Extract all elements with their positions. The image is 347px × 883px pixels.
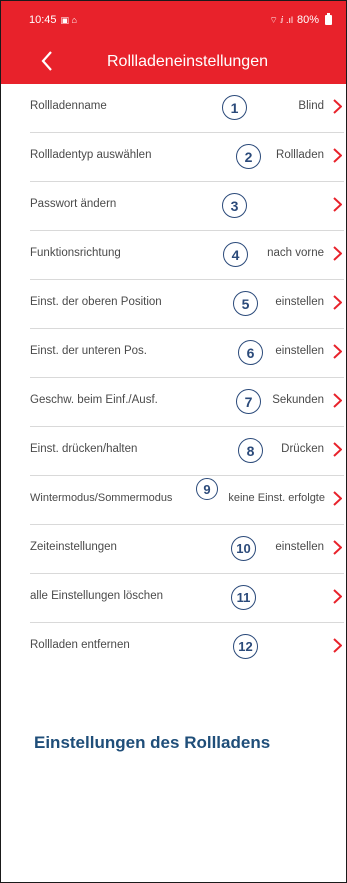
setting-label: Einst. drücken/halten <box>30 443 138 455</box>
setting-row-wintermodus[interactable]: Wintermodus/Sommermodus 9 keine Einst. e… <box>30 476 344 525</box>
chevron-right-icon <box>333 99 342 114</box>
chevron-right-icon <box>333 148 342 163</box>
title-bar: Rollladeneinstellungen <box>1 39 346 84</box>
settings-list: Rollladenname 1 Blind Rollladentyp auswä… <box>1 84 346 671</box>
setting-row-rollladentyp[interactable]: Rollladentyp auswählen 2 Rollladen <box>30 133 344 182</box>
setting-value: Sekunden <box>272 394 324 406</box>
setting-row-rollladenname[interactable]: Rollladenname 1 Blind <box>30 84 344 133</box>
callout-badge: 4 <box>223 242 248 267</box>
setting-row-untere-position[interactable]: Einst. der unteren Pos. 6 einstellen <box>30 329 344 378</box>
setting-value: Drücken <box>281 443 324 455</box>
setting-label: Einst. der oberen Position <box>30 296 162 308</box>
setting-label: Passwort ändern <box>30 198 117 210</box>
setting-label: Geschw. beim Einf./Ausf. <box>30 394 158 406</box>
screenshot-frame: 10:45 ▣ ⌂ ⌔ ⅈ .ıl 80% Rollladeneinstellu… <box>0 0 347 883</box>
chevron-right-icon <box>333 295 342 310</box>
setting-label: Rollladenname <box>30 100 107 112</box>
setting-label: Rollladen entfernen <box>30 639 130 651</box>
chevron-right-icon <box>333 540 342 555</box>
setting-label: Rollladentyp auswählen <box>30 149 152 161</box>
setting-row-einstellungen-loeschen[interactable]: alle Einstellungen löschen 11 <box>30 574 344 623</box>
setting-label: Funktionsrichtung <box>30 247 121 259</box>
callout-badge: 9 <box>196 478 218 500</box>
chevron-right-icon <box>333 442 342 457</box>
callout-badge: 8 <box>238 438 263 463</box>
callout-badge: 1 <box>222 95 247 120</box>
chevron-right-icon <box>333 197 342 212</box>
chevron-right-icon <box>333 393 342 408</box>
setting-label: alle Einstellungen löschen <box>30 590 163 602</box>
chevron-right-icon <box>333 246 342 261</box>
status-time: 10:45 <box>29 14 57 26</box>
setting-row-obere-position[interactable]: Einst. der oberen Position 5 einstellen <box>30 280 344 329</box>
status-right: ⌔ ⅈ .ıl 80% <box>269 13 332 26</box>
setting-row-passwort[interactable]: Passwort ändern 3 <box>30 182 344 231</box>
callout-badge: 2 <box>236 144 261 169</box>
setting-label: Einst. der unteren Pos. <box>30 345 147 357</box>
callout-badge: 7 <box>236 389 261 414</box>
setting-row-zeiteinstellungen[interactable]: Zeiteinstellungen 10 einstellen <box>30 525 344 574</box>
chevron-right-icon <box>333 344 342 359</box>
setting-value: Blind <box>298 100 324 112</box>
status-left: 10:45 ▣ ⌂ <box>29 14 77 26</box>
status-bar: 10:45 ▣ ⌂ ⌔ ⅈ .ıl 80% <box>1 1 346 39</box>
battery-percent: 80% <box>296 14 319 26</box>
setting-value: keine Einst. erfolgte <box>228 492 325 504</box>
battery-icon <box>325 13 332 25</box>
callout-badge: 6 <box>238 340 263 365</box>
setting-label: Zeiteinstellungen <box>30 541 117 553</box>
setting-row-druecken-halten[interactable]: Einst. drücken/halten 8 Drücken <box>30 427 344 476</box>
callout-badge: 5 <box>233 291 258 316</box>
setting-value: einstellen <box>275 541 324 553</box>
figure-caption: Einstellungen des Rollladens <box>34 733 271 752</box>
signal-icon: ⌔ ⅈ .ıl <box>269 14 293 25</box>
notification-icons: ▣ ⌂ <box>60 14 77 25</box>
setting-value: Rollladen <box>276 149 324 161</box>
setting-label: Wintermodus/Sommermodus <box>30 492 173 504</box>
chevron-right-icon <box>333 589 342 604</box>
chevron-right-icon <box>333 638 342 653</box>
setting-row-geschwindigkeit[interactable]: Geschw. beim Einf./Ausf. 7 Sekunden <box>30 378 344 427</box>
back-arrow-icon[interactable] <box>37 49 57 73</box>
setting-row-funktionsrichtung[interactable]: Funktionsrichtung 4 nach vorne <box>30 231 344 280</box>
setting-value: einstellen <box>275 345 324 357</box>
chevron-right-icon <box>333 491 342 506</box>
callout-badge: 11 <box>231 585 256 610</box>
callout-badge: 3 <box>222 193 247 218</box>
callout-badge: 10 <box>231 536 256 561</box>
setting-row-rollladen-entfernen[interactable]: Rollladen entfernen 12 <box>30 623 344 671</box>
setting-value: nach vorne <box>267 247 324 259</box>
setting-value: einstellen <box>275 296 324 308</box>
callout-badge: 12 <box>233 634 258 659</box>
